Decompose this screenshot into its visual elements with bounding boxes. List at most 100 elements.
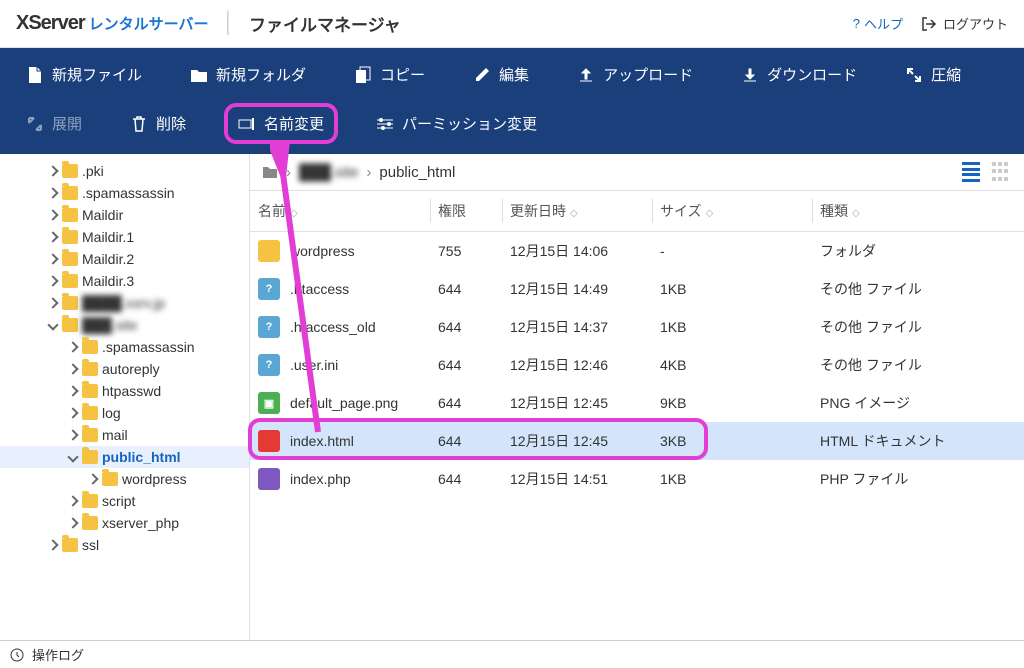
permission-label: パーミッション変更 [402,113,537,134]
chevron-right-icon[interactable] [68,518,78,528]
chevron-down-icon[interactable] [48,320,58,330]
col-date[interactable]: 更新日時◇ [502,191,652,232]
chevron-right-icon[interactable] [68,496,78,506]
chevron-right-icon[interactable] [68,386,78,396]
rename-button[interactable]: 名前変更 [224,103,338,144]
chevron-down-icon[interactable] [68,452,78,462]
footer-log-label[interactable]: 操作ログ [32,645,84,664]
new-file-button[interactable]: 新規ファイル [16,58,152,91]
file-type: フォルダ [812,232,1024,271]
file-name: wordpress [290,243,355,259]
sidebar-item[interactable]: ssl [0,534,249,556]
folder-icon [262,165,278,179]
chevron-right-icon[interactable] [68,430,78,440]
sidebar-item[interactable]: .spamassassin [0,182,249,204]
grid-view-button[interactable] [992,162,1012,182]
header-left: XServer レンタルサーバー │ ファイルマネージャ [16,11,401,36]
folder-icon [102,472,118,486]
table-row[interactable]: ▣default_page.png64412月15日 12:459KBPNG イ… [250,384,1024,422]
sidebar-item[interactable]: script [0,490,249,512]
chevron-right-icon[interactable] [48,298,58,308]
sidebar[interactable]: .pki .spamassassin Maildir Maildir.1 Maildir… [0,154,250,644]
trash-icon [130,115,148,133]
col-perm[interactable]: 権限 [430,191,502,232]
table-row[interactable]: ?.htaccess_old64412月15日 14:371KBその他 ファイル [250,308,1024,346]
permission-button[interactable]: パーミッション変更 [366,107,547,140]
sidebar-item[interactable]: .pki [0,160,249,182]
sidebar-item-label: .pki [82,163,104,179]
file-size: 1KB [652,308,812,346]
copy-button[interactable]: コピー [344,58,435,91]
table-row[interactable]: index.html64412月15日 12:453KBHTML ドキュメント [250,422,1024,460]
php-icon [258,468,280,490]
sidebar-item[interactable]: public_html [0,446,249,468]
file-name: .user.ini [290,357,338,373]
new-file-label: 新規ファイル [52,64,142,85]
chevron-right-icon[interactable] [88,474,98,484]
chevron-right-icon[interactable] [68,342,78,352]
chevron-right-icon[interactable] [68,408,78,418]
sidebar-item[interactable]: log [0,402,249,424]
folder-icon [62,318,78,332]
chevron-right-icon: › [366,164,371,181]
sidebar-item[interactable]: Maildir.2 [0,248,249,270]
expand-icon [26,115,44,133]
upload-label: アップロード [603,64,693,85]
edit-button[interactable]: 編集 [463,58,539,91]
file-date: 12月15日 14:51 [502,460,652,498]
sidebar-item[interactable]: wordpress [0,468,249,490]
file-size: 9KB [652,384,812,422]
sidebar-item-label: Maildir.2 [82,251,134,267]
chevron-right-icon[interactable] [48,188,58,198]
sidebar-item[interactable]: htpasswd [0,380,249,402]
logout-label: ログアウト [943,14,1008,33]
compress-label: 圧縮 [931,64,961,85]
sidebar-item[interactable]: autoreply [0,358,249,380]
file-date: 12月15日 14:37 [502,308,652,346]
sidebar-item[interactable]: Maildir.1 [0,226,249,248]
view-switcher [962,162,1012,182]
unknown-icon: ? [258,354,280,376]
chevron-right-icon[interactable] [48,166,58,176]
sidebar-item-label: Maildir [82,207,123,223]
breadcrumb-item[interactable]: ███.site [299,164,358,181]
chevron-right-icon[interactable] [48,210,58,220]
delete-button[interactable]: 削除 [120,107,196,140]
list-view-button[interactable] [962,162,982,182]
sidebar-item-label: wordpress [122,471,187,487]
chevron-right-icon[interactable] [68,364,78,374]
table-row[interactable]: index.php64412月15日 14:511KBPHP ファイル [250,460,1024,498]
col-name[interactable]: 名前◇ [250,191,430,232]
sidebar-item[interactable]: mail [0,424,249,446]
col-size[interactable]: サイズ◇ [652,191,812,232]
sidebar-item[interactable]: ███.site [0,314,249,336]
chevron-right-icon[interactable] [48,276,58,286]
folder-icon [82,494,98,508]
file-perm: 644 [430,270,502,308]
compress-button[interactable]: 圧縮 [895,58,971,91]
logout-link[interactable]: ログアウト [921,14,1008,33]
download-button[interactable]: ダウンロード [731,58,867,91]
upload-icon [577,66,595,84]
table-row[interactable]: ?.htaccess64412月15日 14:491KBその他 ファイル [250,270,1024,308]
file-size: 1KB [652,460,812,498]
upload-button[interactable]: アップロード [567,58,703,91]
chevron-right-icon[interactable] [48,232,58,242]
sidebar-item[interactable]: xserver_php [0,512,249,534]
sidebar-item[interactable]: ████.xsrv.jp [0,292,249,314]
chevron-right-icon[interactable] [48,540,58,550]
sidebar-item[interactable]: Maildir [0,204,249,226]
toolbar: 新規ファイル 新規フォルダ コピー 編集 アップロード ダウンロード 圧縮 [0,48,1024,154]
sidebar-item[interactable]: .spamassassin [0,336,249,358]
chevron-right-icon[interactable] [48,254,58,264]
table-row[interactable]: ?.user.ini64412月15日 12:464KBその他 ファイル [250,346,1024,384]
help-link[interactable]: ? ヘルプ [853,14,903,33]
download-icon [741,66,759,84]
breadcrumb-item[interactable]: public_html [379,164,455,181]
file-type: PNG イメージ [812,384,1024,422]
col-type[interactable]: 種類◇ [812,191,1024,232]
sidebar-item[interactable]: Maildir.3 [0,270,249,292]
page-title: ファイルマネージャ [249,11,401,36]
table-row[interactable]: wordpress75512月15日 14:06-フォルダ [250,232,1024,271]
new-folder-button[interactable]: 新規フォルダ [180,58,316,91]
